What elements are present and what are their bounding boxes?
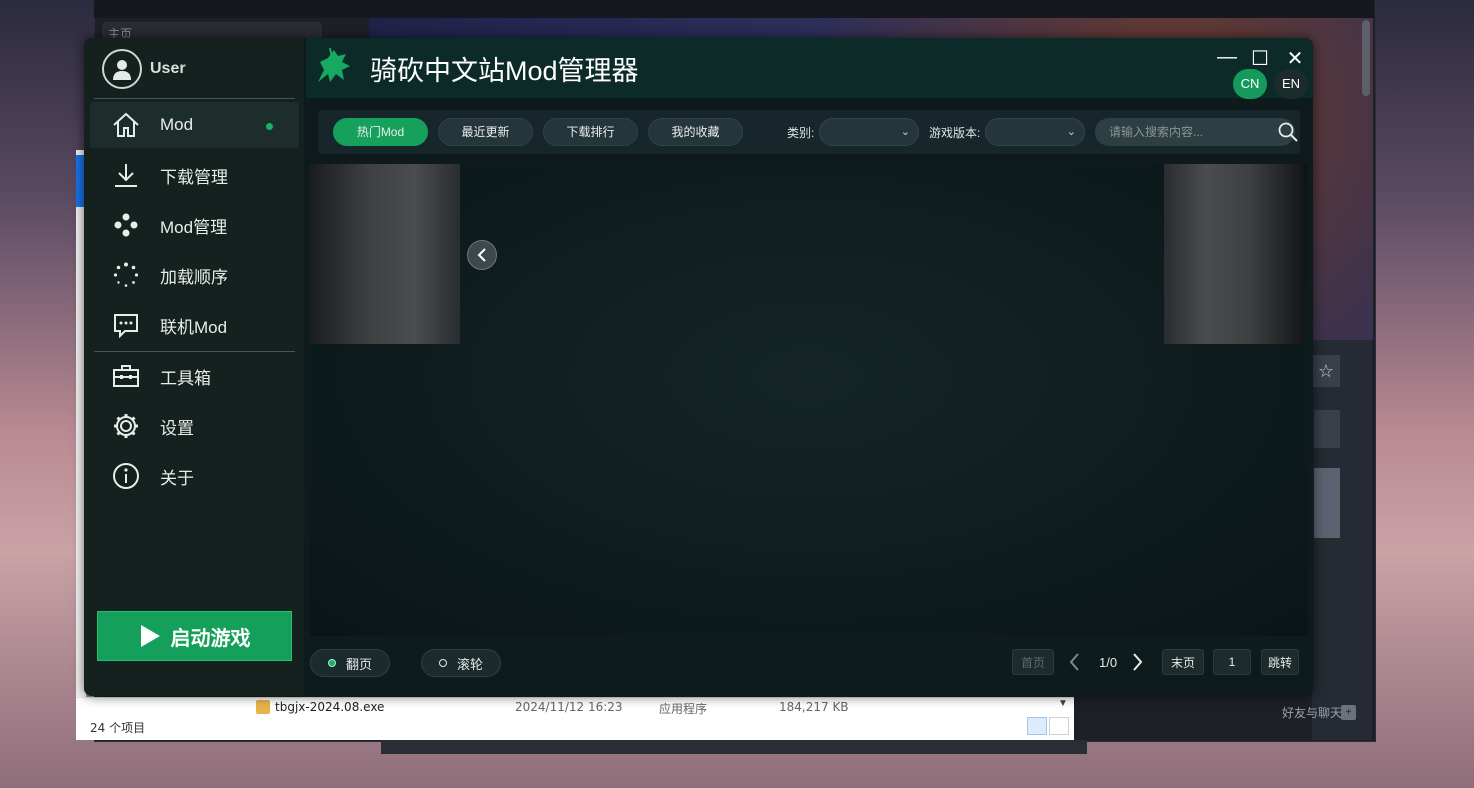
- background-panel-block: [1314, 410, 1340, 448]
- filter-bar: 热门Mod 最近更新 下载排行 我的收藏 类别: ⌄ 游戏版本: ⌄: [318, 110, 1300, 154]
- avatar[interactable]: [102, 49, 142, 89]
- sidebar-item-settings[interactable]: 设置: [90, 403, 299, 449]
- title-bar: 骑砍中文站Mod管理器 — ☐ ✕ CN EN: [306, 38, 1313, 99]
- sidebar-divider: [94, 351, 295, 352]
- explorer-selection-highlight: [76, 155, 84, 207]
- app-title: 骑砍中文站Mod管理器: [370, 56, 639, 86]
- background-window-bottom: [381, 740, 1087, 754]
- scroll-down-icon[interactable]: ▼: [1058, 698, 1068, 709]
- sidebar-item-label: 关于: [160, 468, 194, 488]
- mod-manage-icon: [112, 211, 140, 239]
- sidebar-item-label: 下载管理: [160, 167, 228, 187]
- game-version-label: 游戏版本:: [929, 126, 981, 140]
- tab-my-favorites[interactable]: 我的收藏: [648, 118, 743, 146]
- mod-manager-window: User Mod 下载管理 Mod管理 加载顺序 联机Mod 工具箱 设置 关于…: [84, 38, 1313, 696]
- carousel-prev-button[interactable]: [467, 240, 497, 270]
- user-icon: [113, 60, 131, 80]
- explorer-item-count: 24 个项目: [90, 721, 146, 735]
- pagination-bar: 翻页 滚轮 首页 1/0 末页 跳转: [306, 636, 1313, 696]
- play-icon: [140, 625, 160, 647]
- carousel-slide-right[interactable]: [1164, 164, 1304, 344]
- friends-chat-icon[interactable]: +: [1341, 705, 1356, 720]
- launch-game-label: 启动游戏: [170, 627, 251, 650]
- search-input[interactable]: [1095, 118, 1295, 146]
- sidebar-item-label: 工具箱: [160, 368, 211, 388]
- category-select[interactable]: ⌄: [819, 118, 919, 146]
- first-page-button[interactable]: 首页: [1012, 649, 1054, 675]
- scroll-mode-button[interactable]: 滚轮: [421, 649, 501, 677]
- thumbnail-view-button[interactable]: [1049, 717, 1069, 735]
- game-version-select[interactable]: ⌄: [985, 118, 1085, 146]
- minimize-button[interactable]: —: [1216, 46, 1238, 69]
- mod-carousel-area: [310, 164, 1308, 636]
- sidebar-item-load-order[interactable]: 加载顺序: [90, 252, 299, 298]
- sidebar-item-mod-manager[interactable]: Mod管理: [90, 202, 299, 248]
- radio-unselected-icon: [438, 659, 447, 667]
- file-type: 应用程序: [659, 702, 708, 716]
- carousel-slide-left[interactable]: [310, 164, 460, 344]
- tab-hot-mod[interactable]: 热门Mod: [333, 118, 428, 146]
- details-view-button[interactable]: [1027, 717, 1047, 735]
- sidebar-item-label: Mod管理: [160, 217, 228, 237]
- toolbox-icon: [112, 362, 140, 390]
- background-side-panel: [1312, 340, 1372, 740]
- user-profile[interactable]: User: [102, 48, 186, 90]
- info-icon: [112, 462, 140, 490]
- file-list-row[interactable]: tbgjx-2024.08.exe 2024/11/12 16:23 应用程序 …: [256, 700, 849, 717]
- chevron-down-icon: ⌄: [1066, 126, 1076, 138]
- tab-recent-updates[interactable]: 最近更新: [438, 118, 533, 146]
- active-indicator: [266, 123, 273, 130]
- file-date: 2024/11/12 16:23: [515, 700, 623, 714]
- exe-file-icon: [256, 700, 270, 714]
- radio-selected-icon: [327, 659, 336, 667]
- launch-game-button[interactable]: 启动游戏: [97, 611, 292, 661]
- close-button[interactable]: ✕: [1284, 46, 1306, 71]
- sidebar-item-about[interactable]: 关于: [90, 453, 299, 499]
- last-page-button[interactable]: 末页: [1162, 649, 1204, 675]
- sidebar-item-toolbox[interactable]: 工具箱: [90, 353, 299, 399]
- chevron-left-icon: [477, 248, 486, 262]
- sidebar-item-online-mod[interactable]: 联机Mod: [90, 302, 299, 348]
- tab-download-ranking[interactable]: 下载排行: [543, 118, 638, 146]
- knight-logo-icon: [318, 47, 350, 82]
- file-name: tbgjx-2024.08.exe: [275, 700, 385, 714]
- sidebar-divider: [94, 98, 295, 99]
- sidebar-item-label: 设置: [160, 418, 194, 438]
- user-name: User: [150, 60, 186, 77]
- category-label: 类别:: [787, 126, 815, 140]
- page-number-input[interactable]: [1213, 649, 1251, 675]
- main-panel: 骑砍中文站Mod管理器 — ☐ ✕ CN EN 热门Mod 最近更新 下载排行 …: [306, 38, 1313, 696]
- sidebar-item-label: 联机Mod: [160, 317, 228, 337]
- background-panel-block: [1314, 468, 1340, 538]
- scroll-mode-label: 滚轮: [456, 656, 483, 672]
- next-page-icon[interactable]: [1128, 650, 1148, 674]
- sidebar-item-label: 加载顺序: [160, 267, 228, 287]
- search-icon[interactable]: [1278, 122, 1298, 142]
- background-window-topbar: [94, 0, 1374, 18]
- prev-page-icon[interactable]: [1064, 650, 1084, 674]
- jump-button[interactable]: 跳转: [1261, 649, 1299, 675]
- sidebar: User Mod 下载管理 Mod管理 加载顺序 联机Mod 工具箱 设置 关于…: [84, 38, 304, 696]
- star-icon: ☆: [1312, 355, 1340, 387]
- page-mode-button[interactable]: 翻页: [310, 649, 390, 677]
- settings-icon: [112, 412, 140, 440]
- sidebar-item-label: Mod: [160, 115, 194, 134]
- chevron-down-icon: ⌄: [900, 126, 910, 138]
- maximize-button[interactable]: ☐: [1249, 46, 1271, 71]
- loading-order-icon: [112, 261, 140, 289]
- home-icon: [112, 111, 140, 139]
- background-scrollbar: [1362, 20, 1370, 96]
- language-en-button[interactable]: EN: [1274, 69, 1308, 99]
- page-mode-label: 翻页: [345, 656, 372, 672]
- language-cn-button[interactable]: CN: [1233, 69, 1267, 99]
- chat-icon: [112, 311, 140, 339]
- sidebar-item-mod[interactable]: Mod: [90, 102, 299, 148]
- file-size: 184,217 KB: [779, 700, 849, 714]
- sidebar-item-download-manager[interactable]: 下载管理: [90, 152, 299, 198]
- page-indicator: 1/0: [1099, 655, 1118, 670]
- download-icon: [112, 161, 140, 189]
